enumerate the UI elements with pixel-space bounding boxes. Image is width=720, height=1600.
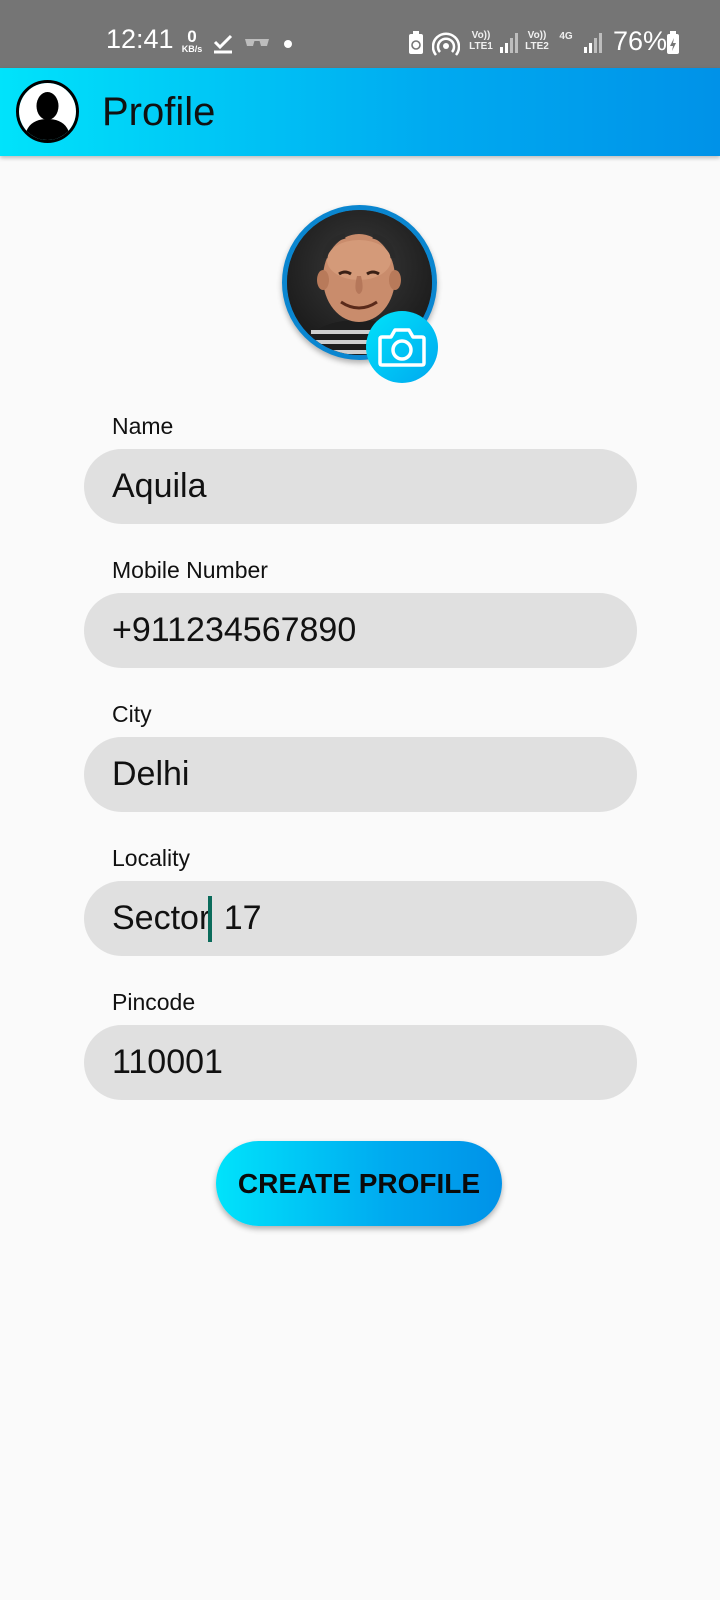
name-label: Name <box>112 413 174 439</box>
app-bar: Profile <box>0 68 720 156</box>
check-icon <box>213 34 233 54</box>
network-type: 4G <box>559 31 573 42</box>
page-title: Profile <box>102 90 216 134</box>
signal-icon <box>500 33 518 53</box>
battery-percentage: 76% <box>613 26 668 56</box>
camera-button[interactable] <box>366 311 438 383</box>
user-avatar-icon[interactable] <box>16 80 79 143</box>
dot-icon <box>284 40 292 48</box>
sim1-label: Vo)) LTE1 <box>469 30 493 52</box>
sim2-label: Vo)) LTE2 <box>525 30 549 52</box>
status-bar: 12:41 0 KB/s Vo)) LTE1 Vo)) LTE2 4G 76% <box>0 0 720 68</box>
hotspot-icon <box>432 32 460 56</box>
create-profile-button[interactable]: CREATE PROFILE <box>216 1141 502 1226</box>
status-time: 12:41 <box>106 24 174 54</box>
city-field[interactable]: Delhi <box>84 737 637 812</box>
name-value: Aquila <box>112 467 207 505</box>
text-caret <box>208 895 213 942</box>
pincode-value: 110001 <box>112 1043 223 1081</box>
locality-value-before-caret: Sector <box>112 899 211 937</box>
mobile-number-label: Mobile Number <box>112 557 268 583</box>
city-label: City <box>112 701 152 727</box>
mobile-number-field[interactable]: +911234567890 <box>84 593 637 668</box>
locality-label: Locality <box>112 845 190 871</box>
city-value: Delhi <box>112 755 190 793</box>
network-speed-value: 0 <box>187 27 197 46</box>
network-speed-unit: KB/s <box>181 44 203 54</box>
mobile-number-value: +911234567890 <box>112 611 357 649</box>
incognito-icon <box>245 39 269 46</box>
battery-saver-icon <box>409 31 423 54</box>
pincode-field[interactable]: 110001 <box>84 1025 637 1100</box>
locality-value-after-caret: 17 <box>214 899 262 937</box>
camera-icon <box>378 328 426 367</box>
pincode-label: Pincode <box>112 989 196 1015</box>
name-field[interactable]: Aquila <box>84 449 637 524</box>
battery-icon <box>667 31 679 54</box>
network-speed: 0 KB/s <box>178 28 206 54</box>
locality-field[interactable]: Sector 17 <box>84 881 637 956</box>
signal-icon <box>584 33 602 53</box>
